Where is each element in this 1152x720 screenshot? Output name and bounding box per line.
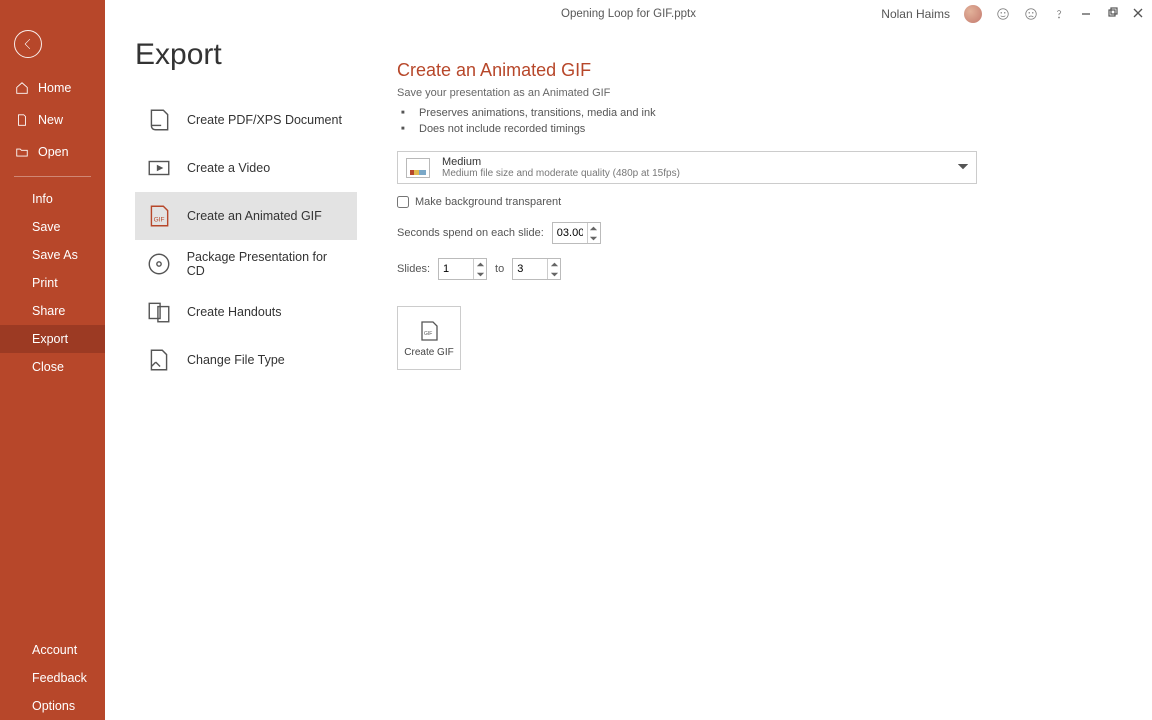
seconds-label: Seconds spend on each slide: <box>397 227 544 239</box>
nav-new-label: New <box>38 113 63 127</box>
export-option-pdf[interactable]: Create PDF/XPS Document <box>135 96 357 144</box>
export-title: Export <box>135 38 367 72</box>
create-gif-label: Create GIF <box>404 347 453 358</box>
window-minimize[interactable] <box>1080 7 1092 22</box>
slides-to-input[interactable] <box>513 259 547 279</box>
nav-options[interactable]: Options <box>0 692 105 720</box>
export-option-handouts[interactable]: Create Handouts <box>135 288 357 336</box>
nav-export[interactable]: Export <box>0 325 105 353</box>
video-icon <box>145 154 173 182</box>
seconds-spinner[interactable] <box>552 222 601 244</box>
nav-open-label: Open <box>38 145 69 159</box>
slides-label: Slides: <box>397 263 430 275</box>
filetype-icon <box>145 346 173 374</box>
help-icon[interactable] <box>1052 7 1066 21</box>
export-option-filetype[interactable]: Change File Type <box>135 336 357 384</box>
svg-text:GIF: GIF <box>154 216 165 223</box>
home-icon <box>14 80 30 96</box>
backstage-sidebar: Home New Open Info Save Save As Print Sh… <box>0 0 105 720</box>
avatar[interactable] <box>964 5 982 23</box>
transparent-label: Make background transparent <box>415 196 561 208</box>
slides-to-step-down[interactable] <box>548 269 560 279</box>
nav-close[interactable]: Close <box>0 353 105 381</box>
open-folder-icon <box>14 144 30 160</box>
export-option-cd[interactable]: Package Presentation for CD <box>135 240 357 288</box>
new-doc-icon <box>14 112 30 128</box>
nav-account[interactable]: Account <box>0 636 105 664</box>
nav-divider <box>14 176 91 177</box>
create-gif-icon: GIF <box>417 319 441 343</box>
nav-home-label: Home <box>38 81 71 95</box>
chevron-down-icon <box>958 161 968 174</box>
quality-desc: Medium file size and moderate quality (4… <box>442 168 680 179</box>
nav-new[interactable]: New <box>0 104 105 136</box>
transparent-checkbox-row[interactable]: Make background transparent <box>397 196 1122 208</box>
window-restore[interactable] <box>1106 7 1118 22</box>
create-gif-button[interactable]: GIF Create GIF <box>397 306 461 370</box>
export-detail-pane: Create an Animated GIF Save your present… <box>367 28 1152 720</box>
slides-from-input[interactable] <box>439 259 473 279</box>
export-option-filetype-label: Change File Type <box>187 353 285 367</box>
nav-open[interactable]: Open <box>0 136 105 168</box>
seconds-step-up[interactable] <box>588 223 600 233</box>
quality-dropdown[interactable]: Medium Medium file size and moderate qua… <box>397 151 977 184</box>
nav-home[interactable]: Home <box>0 72 105 104</box>
slides-from-step-up[interactable] <box>474 259 486 269</box>
detail-bullet-1: Preserves animations, transitions, media… <box>411 105 1122 121</box>
slides-to-spinner[interactable] <box>512 258 561 280</box>
smile-icon[interactable] <box>996 7 1010 21</box>
titlebar: Opening Loop for GIF.pptx Nolan Haims <box>105 0 1152 28</box>
nav-share[interactable]: Share <box>0 297 105 325</box>
nav-print[interactable]: Print <box>0 269 105 297</box>
quality-thumbnail-icon <box>406 158 430 178</box>
nav-feedback[interactable]: Feedback <box>0 664 105 692</box>
cd-icon <box>145 250 173 278</box>
export-option-cd-label: Package Presentation for CD <box>187 250 347 278</box>
nav-save-as[interactable]: Save As <box>0 241 105 269</box>
export-option-handouts-label: Create Handouts <box>187 305 282 319</box>
slides-from-spinner[interactable] <box>438 258 487 280</box>
frown-icon[interactable] <box>1024 7 1038 21</box>
detail-bullet-2: Does not include recorded timings <box>411 121 1122 137</box>
back-button[interactable] <box>14 30 42 58</box>
gif-icon: GIF <box>145 202 173 230</box>
export-option-video[interactable]: Create a Video <box>135 144 357 192</box>
detail-heading: Create an Animated GIF <box>397 60 1122 81</box>
export-option-gif[interactable]: GIF Create an Animated GIF <box>135 192 357 240</box>
pdf-icon <box>145 106 173 134</box>
seconds-step-down[interactable] <box>588 233 600 243</box>
export-option-pdf-label: Create PDF/XPS Document <box>187 113 342 127</box>
slides-to-step-up[interactable] <box>548 259 560 269</box>
export-option-gif-label: Create an Animated GIF <box>187 209 322 223</box>
nav-save[interactable]: Save <box>0 213 105 241</box>
export-option-video-label: Create a Video <box>187 161 270 175</box>
seconds-input[interactable] <box>553 223 587 243</box>
document-title: Opening Loop for GIF.pptx <box>561 8 696 20</box>
slides-from-step-down[interactable] <box>474 269 486 279</box>
detail-sub: Save your presentation as an Animated GI… <box>397 87 1122 99</box>
export-options-column: Export Create PDF/XPS Document Create a … <box>105 28 367 720</box>
username-label: Nolan Haims <box>881 7 950 21</box>
nav-info[interactable]: Info <box>0 185 105 213</box>
handouts-icon <box>145 298 173 326</box>
quality-name: Medium <box>442 156 680 168</box>
slides-to-label: to <box>495 263 504 275</box>
window-close[interactable] <box>1132 7 1144 22</box>
transparent-checkbox[interactable] <box>397 196 409 208</box>
svg-text:GIF: GIF <box>424 331 432 337</box>
